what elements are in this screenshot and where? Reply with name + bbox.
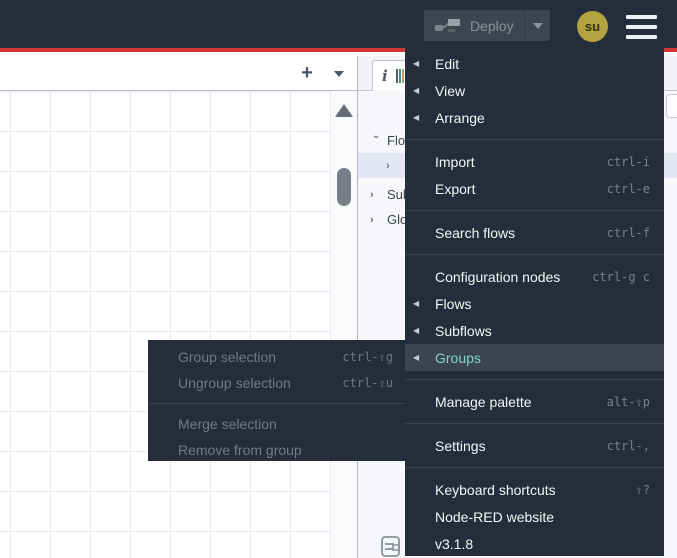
menu-item-label: Subflows xyxy=(435,322,492,339)
workspace-tabbar: + xyxy=(0,56,357,91)
menu-item-keyboard-shortcuts[interactable]: Keyboard shortcuts ⇧? xyxy=(405,476,664,503)
menu-item-subflows[interactable]: Subflows xyxy=(405,317,664,344)
menu-item-shortcut: ⇧? xyxy=(635,482,650,497)
menu-item-shortcut: ctrl-⇧u xyxy=(342,376,393,390)
menu-separator xyxy=(405,210,664,211)
menu-item-shortcut: ctrl-i xyxy=(606,154,650,169)
flow-list-dropdown-button[interactable] xyxy=(328,61,350,85)
chevron-down-icon xyxy=(334,71,344,77)
add-flow-button[interactable]: + xyxy=(294,60,320,86)
menu-item-export[interactable]: Export ctrl-e xyxy=(405,175,664,202)
menu-item-label: Search flows xyxy=(435,224,516,241)
deploy-options-button[interactable] xyxy=(524,10,550,41)
chevron-collapsed-icon[interactable]: › xyxy=(370,189,382,201)
flow-canvas[interactable] xyxy=(0,91,331,558)
info-icon: i xyxy=(382,67,388,85)
menu-item-label: Manage palette xyxy=(435,393,532,410)
menu-item-search-flows[interactable]: Search flows ctrl-f xyxy=(405,219,664,246)
menu-item-import[interactable]: Import ctrl-i xyxy=(405,148,664,175)
submenu-caret-icon xyxy=(405,353,435,362)
menu-item-shortcut: ctrl-⇧g xyxy=(342,350,393,364)
sidebar-toolbar-button[interactable] xyxy=(666,94,677,118)
menu-item-label: Export xyxy=(435,180,476,197)
menu-item-label: Ungroup selection xyxy=(178,375,291,391)
submenu-caret-icon xyxy=(405,299,435,308)
deploy-button[interactable]: Deploy xyxy=(424,10,550,41)
menu-item-remove-from-group[interactable]: Remove from group xyxy=(148,437,407,461)
submenu-caret-icon xyxy=(405,113,435,122)
node-outline-icon[interactable] xyxy=(378,535,402,558)
menu-separator xyxy=(405,254,664,255)
chevron-down-icon xyxy=(532,22,543,29)
deploy-node-icon xyxy=(435,19,460,32)
submenu-caret-icon xyxy=(405,86,435,95)
menu-separator xyxy=(405,423,664,424)
menu-item-label: Groups xyxy=(435,349,481,366)
menu-item-nodered-website[interactable]: Node-RED website xyxy=(405,503,664,530)
menu-item-label: Node-RED website xyxy=(435,508,555,525)
groups-submenu: Group selection ctrl-⇧g Ungroup selectio… xyxy=(148,340,407,461)
menu-item-version[interactable]: v3.1.8 xyxy=(405,530,664,556)
menu-separator xyxy=(405,139,664,140)
menu-item-label: Arrange xyxy=(435,109,485,126)
menu-item-flows[interactable]: Flows xyxy=(405,290,664,317)
node-red-editor: + i › Flows › › Subflows › Global Config… xyxy=(0,0,677,558)
menu-item-edit[interactable]: Edit xyxy=(405,50,664,77)
canvas-scrollbar xyxy=(331,91,357,558)
menu-item-label: Settings xyxy=(435,437,486,454)
menu-item-merge-selection[interactable]: Merge selection xyxy=(148,411,407,437)
menu-item-shortcut: alt-⇧p xyxy=(606,394,650,409)
menu-separator xyxy=(405,467,664,468)
main-menu: Edit View Arrange Import ctrl-i Export c… xyxy=(405,45,664,556)
menu-item-label: Flows xyxy=(435,295,472,312)
chevron-collapsed-icon[interactable]: › xyxy=(370,214,382,226)
menu-item-groups[interactable]: Groups xyxy=(405,344,664,371)
menu-item-shortcut: ctrl-f xyxy=(606,225,650,240)
submenu-caret-icon xyxy=(405,59,435,68)
menu-item-shortcut: ctrl-g c xyxy=(592,269,650,284)
menu-separator xyxy=(405,379,664,380)
menu-item-label: Keyboard shortcuts xyxy=(435,481,556,498)
main-menu-button[interactable] xyxy=(626,15,657,39)
menu-item-label: Import xyxy=(435,153,475,170)
hamburger-icon xyxy=(626,25,657,29)
chevron-expanded-icon[interactable]: › xyxy=(370,135,382,147)
menu-item-label: View xyxy=(435,82,466,99)
user-avatar[interactable]: su xyxy=(577,11,608,42)
hamburger-icon xyxy=(626,15,657,19)
menu-item-configuration-nodes[interactable]: Configuration nodes ctrl-g c xyxy=(405,263,664,290)
menu-item-label: Merge selection xyxy=(178,416,277,432)
menu-item-label: Remove from group xyxy=(178,442,302,458)
menu-item-view[interactable]: View xyxy=(405,77,664,104)
menu-item-label: v3.1.8 xyxy=(435,535,474,552)
submenu-caret-icon xyxy=(405,326,435,335)
hamburger-icon xyxy=(626,35,657,39)
menu-item-ungroup-selection[interactable]: Ungroup selection ctrl-⇧u xyxy=(148,370,407,396)
scroll-up-arrow-icon[interactable] xyxy=(335,104,353,117)
menu-item-label: Configuration nodes xyxy=(435,268,561,285)
menu-item-manage-palette[interactable]: Manage palette alt-⇧p xyxy=(405,388,664,415)
chevron-collapsed-icon[interactable]: › xyxy=(386,160,398,172)
menu-separator xyxy=(148,403,407,404)
menu-item-group-selection[interactable]: Group selection ctrl-⇧g xyxy=(148,344,407,370)
menu-item-label: Edit xyxy=(435,55,460,72)
outline-icon xyxy=(395,69,404,83)
menu-item-shortcut: ctrl-e xyxy=(606,181,650,196)
menu-item-shortcut: ctrl-, xyxy=(606,438,650,453)
scrollbar-thumb[interactable] xyxy=(337,168,351,206)
deploy-button-label: Deploy xyxy=(470,17,514,34)
menu-item-label: Group selection xyxy=(178,349,277,365)
menu-item-settings[interactable]: Settings ctrl-, xyxy=(405,432,664,459)
menu-item-arrange[interactable]: Arrange xyxy=(405,104,664,131)
